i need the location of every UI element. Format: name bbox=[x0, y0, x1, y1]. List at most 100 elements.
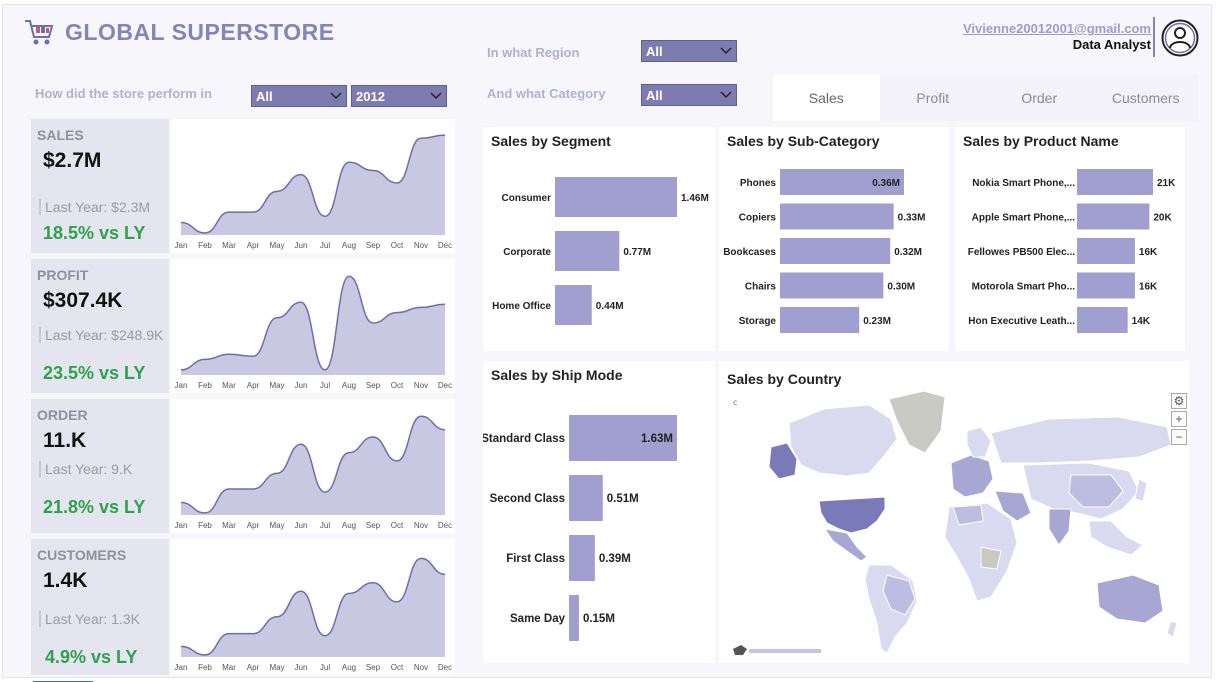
month-tick-label: May bbox=[269, 521, 284, 530]
region-dropdown[interactable]: All bbox=[641, 40, 737, 62]
month-tick-label: Sep bbox=[366, 241, 381, 250]
map-canada bbox=[788, 404, 898, 477]
tab-sales[interactable]: Sales bbox=[773, 75, 880, 121]
kpi-value: $307.4K bbox=[43, 289, 123, 312]
world-map[interactable]: c bbox=[719, 361, 1189, 663]
month-tick-label: Jan bbox=[175, 241, 188, 250]
month-tick-label: May bbox=[269, 241, 284, 250]
bar-category-label: Storage bbox=[739, 316, 777, 327]
sparkline-sales-chart: Jan Feb Mar Apr May Jun Jul Aug Sep Oct Nov Dec bbox=[175, 134, 452, 250]
month-tick-label: Dec bbox=[438, 521, 452, 530]
perform-dropdown[interactable]: All bbox=[251, 85, 347, 107]
bar-category-label: Fellowes PB500 Elec... bbox=[968, 247, 1075, 258]
month-tick-label: Sep bbox=[366, 663, 381, 672]
bar-category-label: Phones bbox=[740, 178, 777, 189]
month-tick-label: Apr bbox=[247, 663, 260, 672]
month-tick-label: Aug bbox=[342, 521, 356, 530]
user-email[interactable]: Vivienne20012001@gmail.com bbox=[963, 21, 1151, 36]
month-tick-label: Feb bbox=[198, 381, 212, 390]
bar bbox=[1077, 169, 1153, 195]
chevron-down-icon bbox=[430, 92, 442, 100]
kpi-last-year: Last Year: 1.3K bbox=[39, 611, 140, 627]
header-divider bbox=[1153, 17, 1155, 57]
month-tick-label: Mar bbox=[222, 241, 236, 250]
tab-bar: Sales Profit Order Customers bbox=[773, 75, 1199, 121]
bar-category-label: Home Office bbox=[492, 301, 551, 312]
year-dropdown[interactable]: 2012 bbox=[351, 85, 447, 107]
category-label: And what Category bbox=[487, 86, 606, 101]
bar-category-label: Nokia Smart Phone,... bbox=[972, 178, 1075, 189]
month-tick-label: Oct bbox=[391, 521, 404, 530]
map-usa bbox=[818, 496, 886, 534]
bar-category-label: Same Day bbox=[510, 613, 566, 625]
bar-value-label: 0.77M bbox=[623, 247, 651, 258]
map-australia bbox=[1096, 574, 1164, 624]
map-india bbox=[1048, 508, 1072, 546]
map-africa-central bbox=[980, 546, 1002, 570]
user-avatar-icon[interactable] bbox=[1161, 19, 1199, 57]
bar-category-label: Bookcases bbox=[723, 247, 776, 258]
month-tick-label: Apr bbox=[247, 521, 260, 530]
map-toolbar: ⚙ + − bbox=[1171, 393, 1187, 447]
sales-by-segment-chart: Consumer 1.46M Corporate 0.77M Home Office 0.… bbox=[492, 177, 709, 325]
user-info: Vivienne20012001@gmail.com Data Analyst bbox=[963, 21, 1151, 52]
bar-category-label: Corporate bbox=[503, 247, 551, 258]
tab-customers[interactable]: Customers bbox=[1092, 75, 1199, 121]
shopping-cart-icon bbox=[25, 20, 54, 45]
bar bbox=[1077, 203, 1150, 230]
bar bbox=[780, 307, 860, 333]
panel-sales-by-ship-mode: Sales by Ship Mode Standard Class 1.63M Se… bbox=[483, 361, 715, 663]
bar-value-label: 21K bbox=[1157, 178, 1176, 189]
region-dropdown-value: All bbox=[646, 43, 663, 59]
category-dropdown[interactable]: All bbox=[641, 84, 737, 106]
map-japan bbox=[1134, 478, 1148, 502]
map-settings-icon[interactable]: ⚙ bbox=[1171, 393, 1187, 409]
sparkline-area bbox=[181, 276, 445, 375]
perform-dropdown-value: All bbox=[256, 88, 273, 104]
month-tick-label: May bbox=[269, 663, 284, 672]
bar-value-label: 1.46M bbox=[681, 193, 709, 204]
panel-sales-by-subcategory: Sales by Sub-Category Phones 0.36M Copiers… bbox=[719, 127, 949, 351]
bar bbox=[780, 238, 891, 264]
kpi-change: 4.9% vs LY bbox=[45, 647, 138, 667]
bar-category-label: Hon Executive Leath... bbox=[968, 316, 1075, 327]
kpi-change: 21.8% vs LY bbox=[43, 497, 146, 517]
bar-value-label: 0.32M bbox=[894, 247, 922, 258]
sales-by-ship-mode-chart: Standard Class 1.63M Second Class 0.51M Firs… bbox=[483, 415, 677, 641]
kpi-card-order: ORDER 11.K Last Year: 9.K 21.8% vs LY bbox=[31, 399, 169, 533]
kpi-card-customers: CUSTOMERS 1.4K Last Year: 1.3K 4.9% vs L… bbox=[31, 539, 169, 675]
map-reset-glyph: c bbox=[733, 398, 737, 407]
bar-category-label: Standard Class bbox=[483, 433, 565, 445]
bar-category-label: Second Class bbox=[490, 493, 565, 505]
month-tick-label: Jan bbox=[175, 381, 188, 390]
bar-category-label: Motorola Smart Pho... bbox=[972, 282, 1076, 293]
tab-order[interactable]: Order bbox=[986, 75, 1093, 121]
bar-value-label: 0.44M bbox=[596, 301, 624, 312]
month-tick-label: Aug bbox=[342, 381, 356, 390]
map-mexico bbox=[823, 528, 868, 562]
kpi-last-year: Last Year: 9.K bbox=[39, 461, 132, 477]
month-tick-label: Dec bbox=[438, 241, 452, 250]
month-tick-label: Oct bbox=[391, 381, 404, 390]
kpi-last-year: Last Year: $2.3M bbox=[39, 199, 150, 215]
kpi-last-year: Last Year: $248.9K bbox=[39, 327, 163, 343]
month-tick-label: Feb bbox=[198, 241, 212, 250]
month-tick-label: Apr bbox=[247, 241, 260, 250]
panel-sales-by-product: Sales by Product Name Nokia Smart Phone,… bbox=[955, 127, 1185, 351]
zoom-in-icon[interactable]: + bbox=[1171, 411, 1187, 427]
sparkline-profit: Jan Feb Mar Apr May Jun Jul Aug Sep Oct Nov Dec bbox=[171, 259, 455, 393]
month-tick-label: Jun bbox=[295, 663, 308, 672]
bar-category-label: Copiers bbox=[739, 213, 777, 224]
kpi-label: SALES bbox=[37, 127, 84, 143]
bar-category-label: Apple Smart Phone,... bbox=[972, 213, 1076, 224]
tab-profit[interactable]: Profit bbox=[879, 75, 986, 121]
month-tick-label: Sep bbox=[366, 521, 381, 530]
month-tick-label: Mar bbox=[222, 663, 236, 672]
bar bbox=[569, 535, 595, 581]
zoom-out-icon[interactable]: − bbox=[1171, 429, 1187, 445]
bar-category-label: First Class bbox=[506, 553, 565, 565]
bar-value-label: 0.36M bbox=[872, 178, 900, 189]
month-tick-label: Jul bbox=[320, 241, 330, 250]
map-europe bbox=[950, 454, 994, 498]
month-tick-label: Jan bbox=[175, 521, 188, 530]
